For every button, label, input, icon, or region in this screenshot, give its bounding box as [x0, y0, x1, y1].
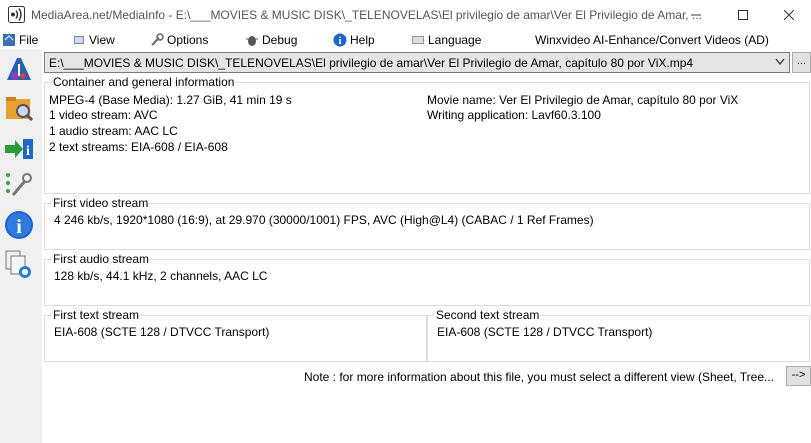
text-stream-1-heading: First text stream	[52, 308, 141, 322]
title-bar: MediaArea.net/MediaInfo - E:\___MOVIES &…	[0, 0, 811, 30]
menu-help[interactable]: i Help	[333, 33, 375, 47]
menu-debug[interactable]: Debug	[245, 33, 297, 47]
general-movie-name: Movie name: Ver El Privilegio de Amar, c…	[427, 93, 739, 107]
mediainfo-app-icon	[8, 6, 25, 23]
menu-options-label: Options	[167, 33, 209, 47]
text-stream-1-info: EIA-608 (SCTE 128 / DTVCC Transport)	[54, 325, 270, 339]
preferences-icon[interactable]	[3, 169, 35, 201]
window-title: MediaArea.net/MediaInfo - E:\___MOVIES &…	[31, 8, 702, 22]
audio-stream-info: 128 kb/s, 44.1 kHz, 2 channels, AAC LC	[54, 269, 268, 283]
minimize-icon	[691, 14, 701, 16]
menu-options[interactable]: Options	[150, 33, 208, 47]
text-stream-2-group: Second text stream EIA-608 (SCTE 128 / D…	[427, 308, 810, 362]
svg-text:i: i	[26, 144, 30, 159]
audio-stream-heading: First audio stream	[52, 252, 151, 266]
maximize-icon	[738, 10, 748, 20]
audio-stream-group: First audio stream 128 kb/s, 44.1 kHz, 2…	[44, 252, 810, 306]
maximize-button[interactable]	[720, 0, 766, 30]
open-file-icon[interactable]	[3, 54, 35, 86]
browse-button[interactable]: ...	[792, 52, 811, 73]
switch-view-button[interactable]: -->	[786, 366, 811, 386]
minimize-button[interactable]	[673, 0, 719, 30]
menu-language-label: Language	[428, 33, 482, 47]
general-video-count: 1 video stream: AVC	[49, 108, 158, 122]
options-menu-icon	[151, 33, 164, 46]
text-stream-2-heading: Second text stream	[435, 308, 541, 322]
svg-text:i: i	[339, 36, 342, 47]
chevron-down-icon	[775, 58, 785, 66]
general-info-heading: Container and general information	[52, 75, 236, 89]
language-menu-icon	[412, 36, 424, 44]
menu-help-label: Help	[350, 33, 375, 47]
about-icon[interactable]: i	[3, 209, 35, 241]
video-stream-info: 4 246 kb/s, 1920*1080 (16:9), at 29.970 …	[54, 213, 594, 227]
debug-menu-icon	[246, 36, 258, 46]
video-stream-group: First video stream 4 246 kb/s, 1920*1080…	[44, 196, 810, 250]
menu-file[interactable]: File	[2, 33, 38, 47]
menu-bar: File View Options Debug i Help Language …	[0, 30, 811, 49]
general-writing-app: Writing application: Lavf60.3.100	[427, 108, 601, 122]
menu-winxvideo[interactable]: Winxvideo AI-Enhance/Convert Videos (AD)	[535, 33, 769, 47]
export-icon[interactable]: i	[3, 133, 35, 165]
menu-view-label: View	[89, 33, 115, 47]
menu-debug-label: Debug	[262, 33, 298, 47]
multiple-files-icon[interactable]	[3, 248, 35, 280]
menu-view[interactable]: View	[72, 33, 115, 47]
close-button[interactable]	[766, 0, 811, 30]
general-info-group: Container and general information MPEG-4…	[44, 75, 810, 194]
left-toolbar: i i	[0, 49, 42, 443]
general-format: MPEG-4 (Base Media): 1.27 GiB, 41 min 19…	[49, 93, 292, 107]
general-audio-count: 1 audio stream: AAC LC	[49, 124, 178, 138]
view-menu-icon	[74, 36, 84, 44]
text-stream-1-group: First text stream EIA-608 (SCTE 128 / DT…	[44, 308, 427, 362]
general-text-count: 2 text streams: EIA-608 / EIA-608	[49, 140, 228, 154]
menu-winxvideo-label: Winxvideo AI-Enhance/Convert Videos (AD)	[535, 33, 769, 47]
open-folder-icon[interactable]	[3, 93, 35, 125]
help-menu-icon: i	[333, 33, 347, 47]
view-note: Note : for more information about this f…	[304, 370, 774, 384]
text-stream-2-info: EIA-608 (SCTE 128 / DTVCC Transport)	[437, 325, 653, 339]
menu-language[interactable]: Language	[411, 33, 481, 47]
svg-text:i: i	[16, 216, 22, 238]
close-icon	[784, 10, 794, 20]
menu-file-label: File	[19, 33, 39, 47]
file-menu-icon	[3, 34, 15, 46]
file-selector-dropdown[interactable]: E:\___MOVIES & MUSIC DISK\_TELENOVELAS\E…	[44, 52, 790, 73]
file-selector-value: E:\___MOVIES & MUSIC DISK\_TELENOVELAS\E…	[49, 56, 694, 70]
video-stream-heading: First video stream	[52, 196, 150, 210]
